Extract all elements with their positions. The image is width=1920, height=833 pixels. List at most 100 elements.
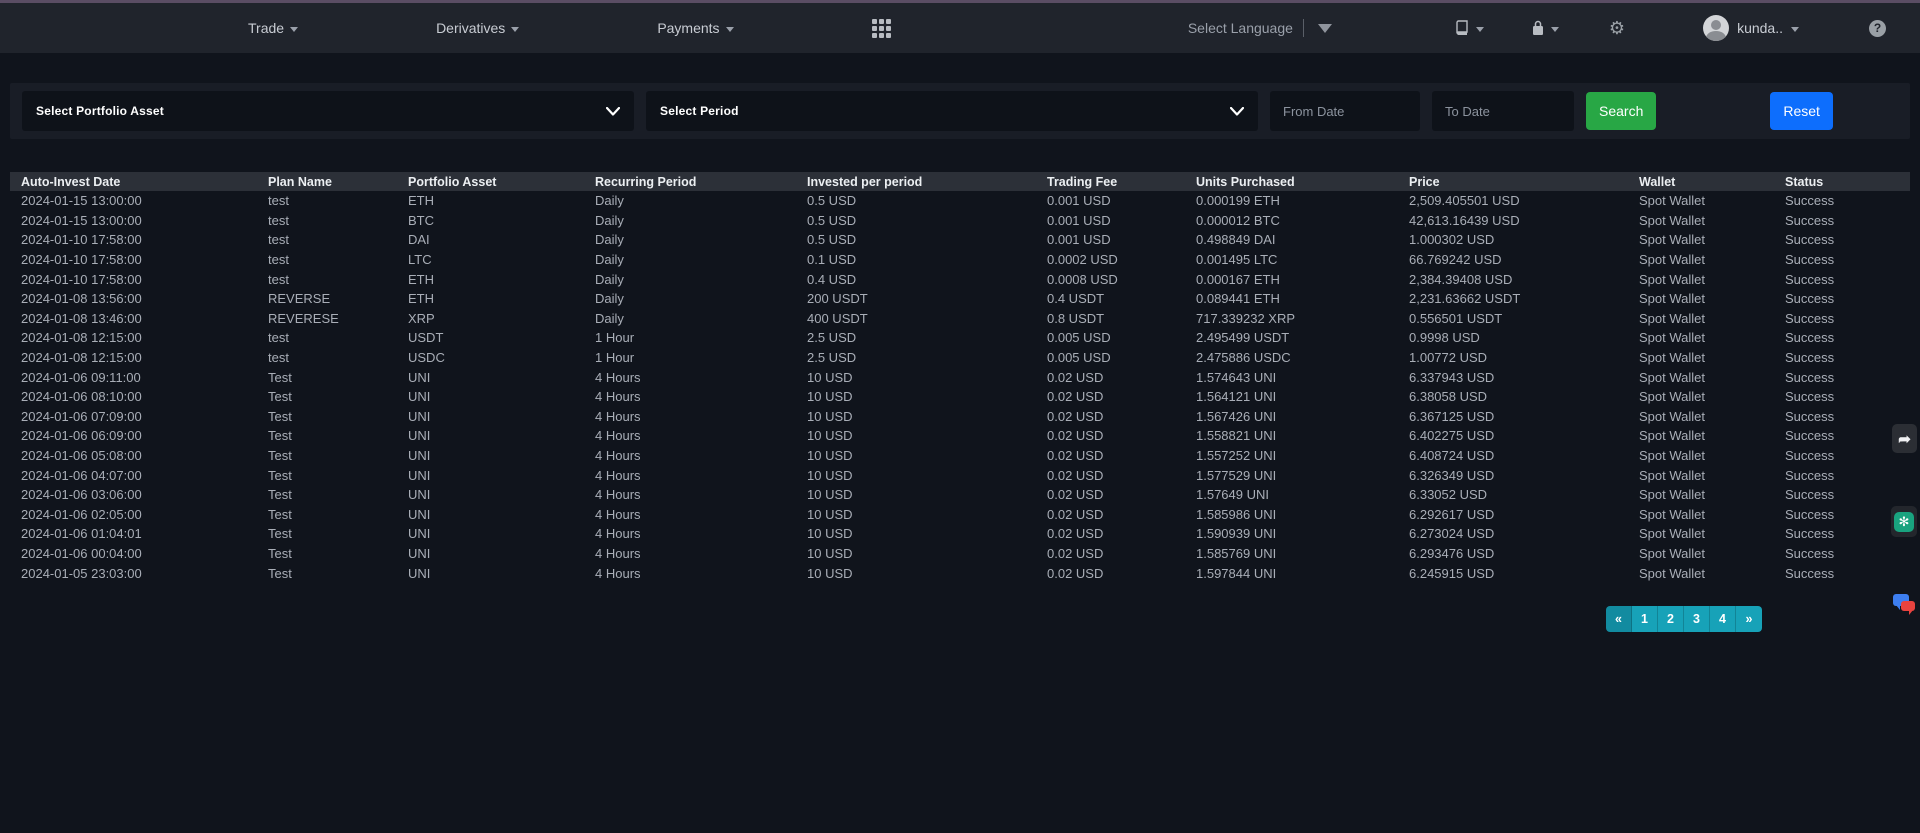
cell-price: 6.33052 USD (1409, 485, 1639, 505)
table-row[interactable]: 2024-01-06 03:06:00 Test UNI 4 Hours 10 … (10, 485, 1910, 505)
cell-trading-fee: 0.02 USD (1047, 446, 1196, 466)
cell-price: 6.245915 USD (1409, 563, 1639, 583)
nav-menu-payments[interactable]: Payments (657, 20, 733, 36)
cell-plan-name: test (268, 211, 408, 231)
chatgpt-extension-icon[interactable]: ✻ (1891, 506, 1917, 537)
cell-plan-name: test (268, 191, 408, 211)
column-header: Trading Fee (1047, 172, 1196, 191)
cell-price: 0.9998 USD (1409, 328, 1639, 348)
cell-trading-fee: 0.001 USD (1047, 211, 1196, 231)
cell-units-purchased: 0.000167 ETH (1196, 269, 1409, 289)
cell-recurring-period: Daily (595, 309, 807, 329)
table-row[interactable]: 2024-01-10 17:58:00 test LTC Daily 0.1 U… (10, 250, 1910, 270)
nav-menu-trade[interactable]: Trade (248, 20, 298, 36)
table-row[interactable]: 2024-01-06 04:07:00 Test UNI 4 Hours 10 … (10, 465, 1910, 485)
table-row[interactable]: 2024-01-08 13:56:00 REVERSE ETH Daily 20… (10, 289, 1910, 309)
cell-trading-fee: 0.0002 USD (1047, 250, 1196, 270)
pagination-page-button[interactable]: 3 (1684, 606, 1710, 632)
language-selector-label: Select Language (1188, 20, 1293, 36)
settings-gear-icon[interactable]: ⚙ (1609, 19, 1625, 37)
from-date-input[interactable] (1270, 91, 1420, 131)
table-row[interactable]: 2024-01-06 01:04:01 Test UNI 4 Hours 10 … (10, 524, 1910, 544)
cell-units-purchased: 1.557252 UNI (1196, 446, 1409, 466)
language-selector[interactable]: Select Language (1188, 19, 1332, 37)
table-row[interactable]: 2024-01-15 13:00:00 test ETH Daily 0.5 U… (10, 191, 1910, 211)
period-select[interactable]: Select Period (646, 91, 1258, 131)
apps-grid-icon[interactable] (872, 19, 891, 38)
cell-date: 2024-01-06 04:07:00 (10, 465, 268, 485)
cell-wallet: Spot Wallet (1639, 505, 1785, 525)
cell-wallet: Spot Wallet (1639, 269, 1785, 289)
cell-status: Success (1785, 250, 1910, 270)
orders-menu[interactable] (1530, 20, 1559, 37)
cell-plan-name: test (268, 250, 408, 270)
table-body: 2024-01-15 13:00:00 test ETH Daily 0.5 U… (10, 191, 1910, 583)
table-header-row: Auto-Invest DatePlan NamePortfolio Asset… (10, 172, 1910, 191)
pagination-next-button[interactable]: » (1736, 606, 1762, 632)
cell-recurring-period: Daily (595, 289, 807, 309)
cell-portfolio-asset: UNI (408, 426, 595, 446)
cell-invested: 10 USD (807, 465, 1047, 485)
cell-units-purchased: 2.475886 USDC (1196, 348, 1409, 368)
table-row[interactable]: 2024-01-06 06:09:00 Test UNI 4 Hours 10 … (10, 426, 1910, 446)
pagination-prev-button[interactable]: « (1606, 606, 1632, 632)
cell-portfolio-asset: DAI (408, 230, 595, 250)
cell-recurring-period: 4 Hours (595, 426, 807, 446)
help-icon[interactable]: ? (1869, 20, 1886, 37)
wallet-menu[interactable] (1454, 20, 1484, 36)
cell-units-purchased: 1.585986 UNI (1196, 505, 1409, 525)
cell-trading-fee: 0.02 USD (1047, 426, 1196, 446)
share-extension-icon[interactable]: ➦ (1892, 424, 1917, 453)
pagination-page-button[interactable]: 2 (1658, 606, 1684, 632)
cell-units-purchased: 1.558821 UNI (1196, 426, 1409, 446)
reset-button[interactable]: Reset (1770, 92, 1833, 130)
table-row[interactable]: 2024-01-08 12:15:00 test USDT 1 Hour 2.5… (10, 328, 1910, 348)
table-row[interactable]: 2024-01-06 09:11:00 Test UNI 4 Hours 10 … (10, 367, 1910, 387)
cell-portfolio-asset: XRP (408, 309, 595, 329)
table-row[interactable]: 2024-01-06 00:04:00 Test UNI 4 Hours 10 … (10, 544, 1910, 564)
table-row[interactable]: 2024-01-06 05:08:00 Test UNI 4 Hours 10 … (10, 446, 1910, 466)
chevron-down-icon (606, 107, 620, 116)
nav-menu-derivatives[interactable]: Derivatives (436, 20, 519, 36)
cell-date: 2024-01-08 13:56:00 (10, 289, 268, 309)
portfolio-asset-select[interactable]: Select Portfolio Asset (22, 91, 634, 131)
table-row[interactable]: 2024-01-08 12:15:00 test USDC 1 Hour 2.5… (10, 348, 1910, 368)
cell-status: Success (1785, 544, 1910, 564)
table-row[interactable]: 2024-01-06 02:05:00 Test UNI 4 Hours 10 … (10, 505, 1910, 525)
pagination-page-button[interactable]: 1 (1632, 606, 1658, 632)
cell-units-purchased: 0.498849 DAI (1196, 230, 1409, 250)
cell-units-purchased: 0.000012 BTC (1196, 211, 1409, 231)
chevron-down-icon (726, 27, 734, 32)
table-row[interactable]: 2024-01-08 13:46:00 REVERESE XRP Daily 4… (10, 309, 1910, 329)
search-button[interactable]: Search (1586, 92, 1656, 130)
cell-recurring-period: 1 Hour (595, 328, 807, 348)
cell-invested: 10 USD (807, 446, 1047, 466)
cell-price: 6.38058 USD (1409, 387, 1639, 407)
user-menu[interactable]: kunda.. (1703, 15, 1799, 41)
table-row[interactable]: 2024-01-05 23:03:00 Test UNI 4 Hours 10 … (10, 563, 1910, 583)
to-date-input[interactable] (1432, 91, 1574, 131)
cell-portfolio-asset: UNI (408, 485, 595, 505)
cell-invested: 2.5 USD (807, 328, 1047, 348)
column-header: Auto-Invest Date (10, 172, 268, 191)
cell-price: 66.769242 USD (1409, 250, 1639, 270)
cell-portfolio-asset: ETH (408, 289, 595, 309)
table-row[interactable]: 2024-01-06 08:10:00 Test UNI 4 Hours 10 … (10, 387, 1910, 407)
cell-status: Success (1785, 289, 1910, 309)
cell-plan-name: test (268, 269, 408, 289)
cell-trading-fee: 0.02 USD (1047, 407, 1196, 427)
table-row[interactable]: 2024-01-10 17:58:00 test DAI Daily 0.5 U… (10, 230, 1910, 250)
cell-price: 1.00772 USD (1409, 348, 1639, 368)
cell-recurring-period: 4 Hours (595, 367, 807, 387)
cell-units-purchased: 0.001495 LTC (1196, 250, 1409, 270)
table-row[interactable]: 2024-01-10 17:58:00 test ETH Daily 0.4 U… (10, 269, 1910, 289)
table-row[interactable]: 2024-01-15 13:00:00 test BTC Daily 0.5 U… (10, 211, 1910, 231)
table-row[interactable]: 2024-01-06 07:09:00 Test UNI 4 Hours 10 … (10, 407, 1910, 427)
pagination-page-button[interactable]: 4 (1710, 606, 1736, 632)
pagination-pages: 1234 (1632, 606, 1736, 632)
cell-plan-name: Test (268, 387, 408, 407)
cell-date: 2024-01-08 12:15:00 (10, 328, 268, 348)
cell-units-purchased: 1.597844 UNI (1196, 563, 1409, 583)
cell-trading-fee: 0.02 USD (1047, 563, 1196, 583)
chat-bubbles-extension-icon[interactable] (1891, 592, 1917, 619)
